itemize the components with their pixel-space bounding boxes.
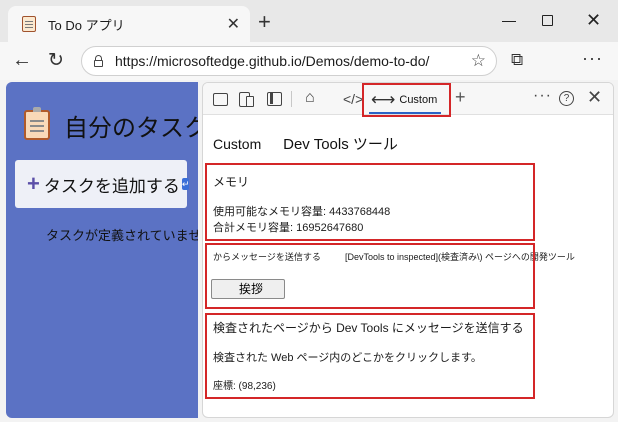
- url-field[interactable]: https://microsoftedge.github.io/Demos/de…: [81, 46, 497, 76]
- puzzle-icon[interactable]: ⧉: [511, 50, 523, 70]
- window-close-icon[interactable]: ✕: [586, 10, 601, 31]
- browser-tabbar: To Do アプリ ✕ + ✕: [0, 0, 618, 42]
- close-icon[interactable]: ✕: [587, 87, 602, 108]
- lock-icon: [94, 54, 103, 67]
- page-title: 自分のタスク: [64, 115, 198, 142]
- devtools-panel: ⌂ </> ⟷ Custom + ··· ? ✕ Custom Dev Tool…: [202, 82, 614, 418]
- new-tab-button[interactable]: +: [258, 9, 271, 35]
- heading-custom: Custom: [213, 136, 262, 152]
- close-tab-icon[interactable]: ✕: [227, 14, 240, 34]
- ellipsis-icon[interactable]: ···: [582, 48, 603, 69]
- star-icon[interactable]: ☆: [471, 51, 486, 71]
- inspect-icon[interactable]: [213, 93, 228, 106]
- toolbar-divider: [291, 91, 292, 107]
- notepad-icon: [22, 16, 36, 32]
- browser-tab[interactable]: To Do アプリ ✕: [8, 6, 250, 42]
- elements-icon[interactable]: </>: [343, 91, 363, 107]
- todo-app: 自分のタスク + タスクを追加する ↵ タスクが定義されていません: [6, 82, 198, 418]
- refresh-icon[interactable]: ↻: [48, 49, 64, 72]
- highlight-receive-section: [205, 313, 535, 399]
- maximize-icon[interactable]: [542, 15, 553, 26]
- enter-icon: ↵: [181, 178, 190, 190]
- dock-icon[interactable]: [267, 92, 282, 106]
- empty-tasks-message: タスクが定義されていません: [46, 228, 198, 243]
- highlight-custom-tab: [362, 83, 451, 117]
- highlight-memory-section: [205, 163, 535, 241]
- url-text: https://microsoftedge.github.io/Demos/de…: [115, 53, 430, 69]
- devtools-heading: Custom Dev Tools ツール: [213, 133, 398, 154]
- add-task-button[interactable]: + タスクを追加する ↵: [15, 160, 190, 208]
- notepad-icon: [24, 107, 50, 140]
- minimize-icon[interactable]: [502, 21, 516, 22]
- back-arrow-icon[interactable]: ←: [12, 49, 32, 72]
- device-emulation-icon[interactable]: [239, 92, 254, 107]
- plus-icon: +: [27, 171, 40, 196]
- heading-subtitle: Dev Tools ツール: [283, 136, 398, 153]
- highlight-send-section: [205, 243, 535, 309]
- address-bar-row: ← ↻ https://microsoftedge.github.io/Demo…: [0, 42, 618, 80]
- help-icon[interactable]: ?: [559, 91, 574, 106]
- home-icon[interactable]: ⌂: [305, 89, 315, 107]
- more-tools-plus-icon[interactable]: +: [455, 87, 466, 108]
- ellipsis-icon[interactable]: ···: [533, 87, 552, 105]
- add-task-label: タスクを追加する: [43, 176, 180, 196]
- tab-title: To Do アプリ: [48, 17, 125, 33]
